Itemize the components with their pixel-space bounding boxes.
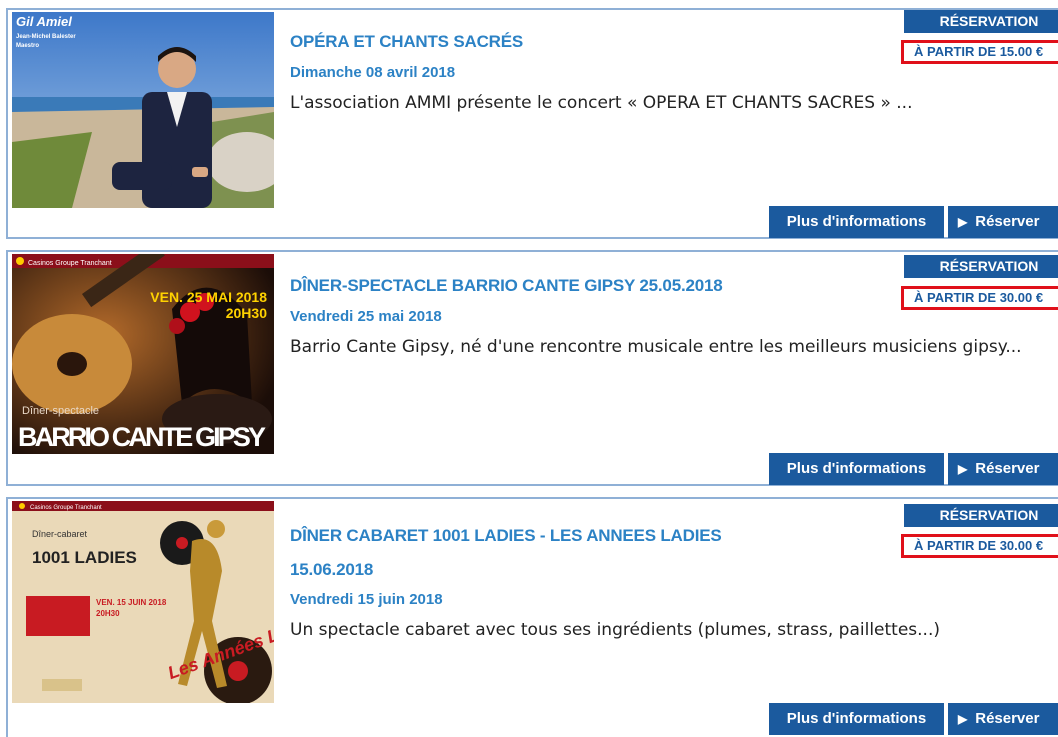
event-image[interactable]: Casinos Groupe Tranchant VEN. 25 MAI 201… — [12, 254, 274, 454]
reserve-button[interactable]: ▶ Réserver — [948, 703, 1058, 735]
event-date: Vendredi 15 juin 2018 — [290, 591, 443, 608]
poster-date: VEN. 15 JUIN 2018 — [96, 598, 167, 607]
event-title[interactable]: DÎNER-SPECTACLE BARRIO CANTE GIPSY 25.05… — [290, 276, 723, 296]
event-description: Barrio Cante Gipsy, né d'une rencontre m… — [290, 337, 1022, 357]
poster-brand: Casinos Groupe Tranchant — [30, 505, 102, 511]
poster-kind: Dîner-spectacle — [22, 405, 99, 417]
poster-time: 20H30 — [96, 609, 120, 618]
price-tag: À PARTIR DE 15.00 € — [901, 40, 1058, 64]
play-arrow-icon: ▶ — [958, 462, 968, 476]
poster-kind: Dîner-cabaret — [32, 529, 88, 539]
event-image[interactable]: Casinos Groupe Tranchant Dîner-cabaret 1… — [12, 501, 274, 703]
reserve-button[interactable]: ▶ Réserver — [948, 206, 1058, 238]
ladies-poster-image: Casinos Groupe Tranchant Dîner-cabaret 1… — [12, 501, 274, 703]
reservation-tag: RÉSERVATION — [904, 255, 1058, 278]
more-info-button[interactable]: Plus d'informations — [769, 453, 944, 485]
poster-name: Jean-Michel Balester — [16, 34, 76, 40]
event-card: Gil Amiel Jean-Michel Balester Maestro O… — [6, 8, 1058, 239]
poster-brand: Casinos Groupe Tranchant — [28, 260, 112, 267]
price-tag: À PARTIR DE 30.00 € — [901, 286, 1058, 310]
play-arrow-icon: ▶ — [958, 215, 968, 229]
more-info-button[interactable]: Plus d'informations — [769, 703, 944, 735]
poster-headline: 1001 LADIES — [32, 548, 137, 567]
price-tag: À PARTIR DE 30.00 € — [901, 534, 1058, 558]
event-description: Un spectacle cabaret avec tous ses ingré… — [290, 620, 940, 640]
poster-role: Maestro — [16, 43, 39, 49]
poster-signature: Gil Amiel — [16, 14, 72, 29]
event-card: Casinos Groupe Tranchant VEN. 25 MAI 201… — [6, 250, 1058, 486]
more-info-button[interactable]: Plus d'informations — [769, 206, 944, 238]
play-arrow-icon: ▶ — [958, 712, 968, 726]
event-image[interactable]: Gil Amiel Jean-Michel Balester Maestro — [12, 12, 274, 208]
event-date: Vendredi 25 mai 2018 — [290, 308, 442, 325]
event-description: L'association AMMI présente le concert «… — [290, 93, 913, 113]
opera-poster-image: Gil Amiel Jean-Michel Balester Maestro — [12, 12, 274, 208]
reserve-label: Réserver — [975, 213, 1040, 230]
reserve-label: Réserver — [975, 460, 1040, 477]
reservation-tag: RÉSERVATION — [904, 10, 1058, 33]
reserve-button[interactable]: ▶ Réserver — [948, 453, 1058, 485]
reserve-label: Réserver — [975, 710, 1040, 727]
reservation-tag: RÉSERVATION — [904, 504, 1058, 527]
event-title-line2[interactable]: 15.06.2018 — [290, 560, 373, 580]
poster-headline: BARRIO CANTE GIPSY — [18, 422, 266, 452]
event-title[interactable]: DÎNER CABARET 1001 LADIES - LES ANNEES L… — [290, 526, 722, 546]
barrio-poster-image: Casinos Groupe Tranchant VEN. 25 MAI 201… — [12, 254, 274, 454]
event-title[interactable]: OPÉRA ET CHANTS SACRÉS — [290, 32, 523, 52]
event-card: Casinos Groupe Tranchant Dîner-cabaret 1… — [6, 497, 1058, 737]
event-date: Dimanche 08 avril 2018 — [290, 64, 456, 81]
poster-time: 20H30 — [226, 305, 267, 321]
poster-date: VEN. 25 MAI 2018 — [150, 289, 267, 305]
